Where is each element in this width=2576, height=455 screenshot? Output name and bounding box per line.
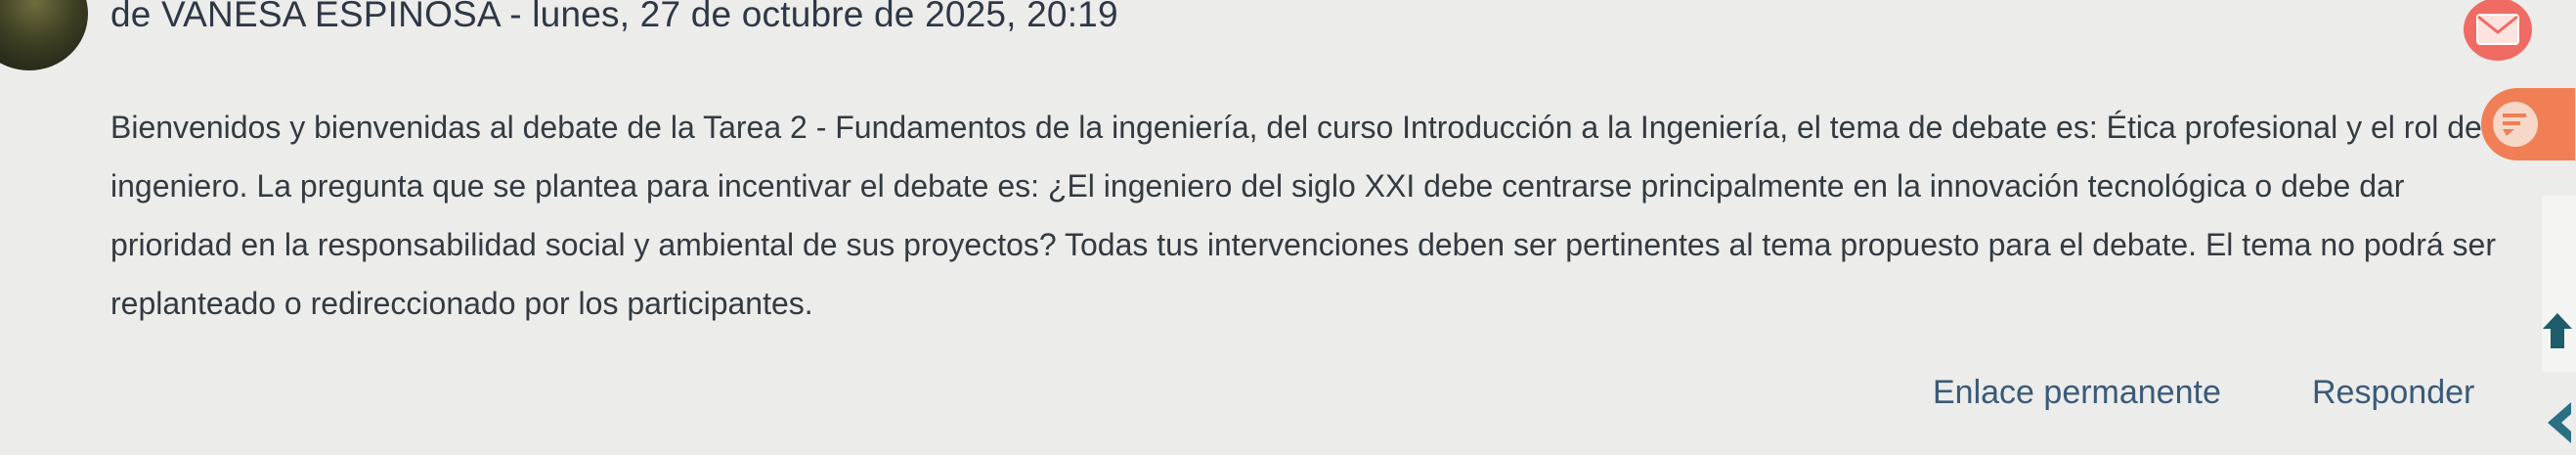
post-paragraph: Bienvenidos y bienvenidas al debate de l… bbox=[110, 110, 2496, 321]
reply-link[interactable]: Responder bbox=[2312, 374, 2474, 412]
forum-post: de VANESA ESPINOSA - lunes, 27 de octubr… bbox=[0, 0, 2503, 450]
permalink-link[interactable]: Enlace permanente bbox=[1933, 374, 2221, 412]
messages-button[interactable] bbox=[2464, 0, 2532, 61]
post-byline: de VANESA ESPINOSA - lunes, 27 de octubr… bbox=[110, 0, 1118, 34]
arrow-up-icon bbox=[2543, 313, 2572, 348]
scroll-top-button[interactable] bbox=[2539, 311, 2576, 350]
post-actions: Enlace permanente Responder bbox=[0, 374, 2503, 423]
chat-icon bbox=[2503, 114, 2526, 136]
chat-button[interactable] bbox=[2481, 88, 2575, 160]
arrow-left-icon bbox=[2548, 402, 2571, 443]
author-avatar[interactable] bbox=[0, 0, 88, 70]
mail-icon bbox=[2476, 14, 2519, 45]
drawer-toggle-button[interactable] bbox=[2542, 396, 2576, 450]
post-content: Bienvenidos y bienvenidas al debate de l… bbox=[110, 98, 2496, 333]
